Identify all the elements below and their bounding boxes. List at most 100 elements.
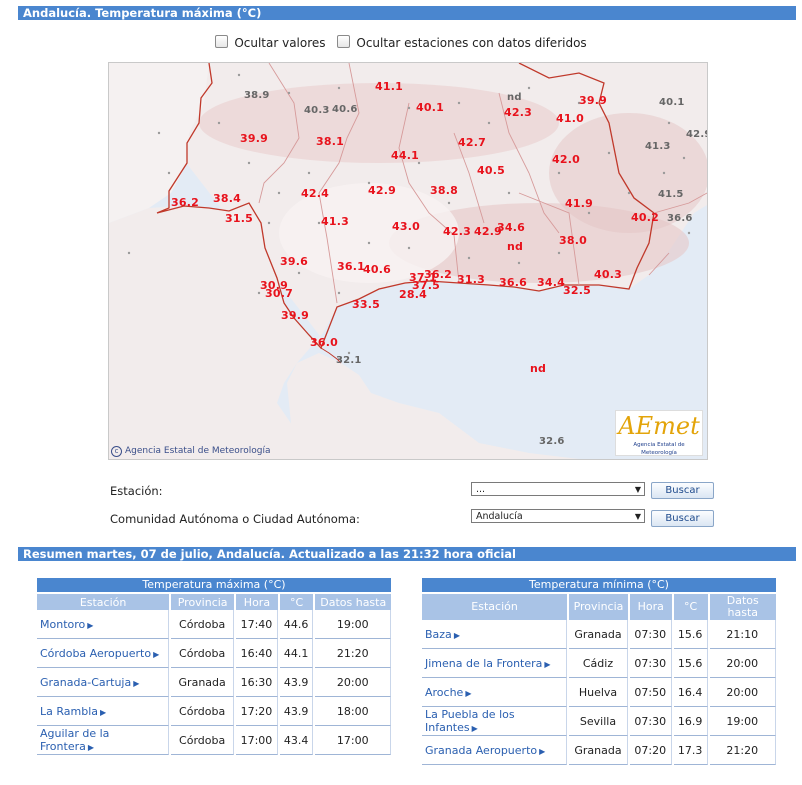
station-name[interactable]: Baza [425,628,452,641]
map-temperature-label[interactable]: 41.5 [658,189,683,200]
triangle-right-icon[interactable]: ▶ [100,708,106,717]
map-temperature-label[interactable]: 32.5 [563,284,591,297]
chevron-down-icon: ▼ [634,512,641,521]
triangle-right-icon[interactable]: ▶ [133,679,139,688]
map-temperature-label[interactable]: 40.6 [363,263,391,276]
map-temperature-label[interactable]: 42.0 [552,153,580,166]
map-temperature-label[interactable]: 36.6 [499,276,527,289]
hide-deferred-option[interactable]: Ocultar estaciones con datos diferidos [337,35,587,50]
station-name[interactable]: La Puebla de los Infantes [425,708,515,734]
map-temperature-label[interactable]: 41.9 [565,197,593,210]
table-cell: Córdoba [171,726,235,755]
station-name[interactable]: Jimena de la Frontera [425,657,542,670]
map-temperature-label[interactable]: 39.9 [281,309,309,322]
column-header: Hora [236,592,278,610]
triangle-right-icon[interactable]: ▶ [539,747,545,756]
map-temperature-label[interactable]: 41.0 [556,112,584,125]
map-temperature-label[interactable]: 41.3 [321,215,349,228]
triangle-right-icon[interactable]: ▶ [454,631,460,640]
map-temperature-label[interactable]: 28.4 [399,288,427,301]
station-name[interactable]: Aroche [425,686,463,699]
map-temperature-label[interactable]: 42.7 [458,136,486,149]
triangle-right-icon[interactable]: ▶ [472,724,478,733]
map-temperature-label[interactable]: 42.4 [301,187,329,200]
hide-values-option[interactable]: Ocultar valores [215,35,326,50]
map-temperature-label[interactable]: 40.3 [304,105,329,116]
station-link[interactable]: La Rambla ▶ [37,697,170,726]
station-name[interactable]: Granada-Cartuja [40,676,131,689]
triangle-right-icon[interactable]: ▶ [544,660,550,669]
map-temperature-label[interactable]: 38.0 [559,234,587,247]
map-temperature-label[interactable]: 34.4 [537,276,565,289]
station-link[interactable]: Córdoba Aeropuerto ▶ [37,639,170,668]
table-cell: Córdoba [171,697,235,726]
station-select[interactable]: ... ▼ [471,482,645,496]
map-temperature-label[interactable]: 33.5 [352,298,380,311]
station-search-button[interactable]: Buscar [651,482,714,499]
station-link[interactable]: Montoro ▶ [37,610,170,639]
triangle-right-icon[interactable]: ▶ [87,621,93,630]
aemet-logo[interactable]: AEmet Agencia Estatal de Meteorología [615,410,703,456]
map-temperature-label[interactable]: 39.6 [280,255,308,268]
map-temperature-label[interactable]: 36.6 [667,213,692,224]
map-temperature-label[interactable]: 40.5 [477,164,505,177]
table-row: Granada-Cartuja ▶ Granada 16:30 43.9 20:00 [37,668,391,697]
map-temperature-label[interactable]: 32.6 [539,436,564,447]
map-temperature-label[interactable]: 31.5 [225,212,253,225]
station-name[interactable]: La Rambla [40,705,98,718]
station-link[interactable]: Granada-Cartuja ▶ [37,668,170,697]
map-temperature-label[interactable]: nd [530,362,546,375]
map-temperature-label[interactable]: 32.1 [336,355,361,366]
map-temperature-label[interactable]: 42.9 [686,129,707,140]
map-temperature-label[interactable]: 34.6 [497,221,525,234]
station-name[interactable]: Granada Aeropuerto [425,744,537,757]
map-temperature-label[interactable]: nd [507,240,523,253]
community-select[interactable]: Andalucía ▼ [471,509,645,523]
map-temperature-label[interactable]: 38.8 [430,184,458,197]
map-temperature-label[interactable]: 40.1 [659,97,684,108]
station-link[interactable]: Aguilar de la Frontera ▶ [37,726,170,755]
max-table-caption: Temperatura máxima (°C) [37,578,391,592]
map-temperature-label[interactable]: 36.1 [337,260,365,273]
map-temperature-label[interactable]: 41.3 [645,141,670,152]
column-header: Datos hasta [709,592,776,620]
map-temperature-label[interactable]: 43.0 [392,220,420,233]
map-temperature-label[interactable]: 36.0 [310,336,338,349]
station-name[interactable]: Montoro [40,618,85,631]
hide-values-checkbox[interactable] [215,35,229,48]
map-temperature-label[interactable]: 40.2 [631,211,659,224]
map-temperature-label[interactable]: 42.3 [504,106,532,119]
map-temperature-label[interactable]: 39.9 [240,132,268,145]
station-name[interactable]: Córdoba Aeropuerto [40,647,151,660]
map-temperature-label[interactable]: 38.4 [213,192,241,205]
map-temperature-label[interactable]: 41.1 [375,80,403,93]
map-temperature-label[interactable]: 42.9 [368,184,396,197]
map-temperature-label[interactable]: 42.3 [443,225,471,238]
station-link[interactable]: Jimena de la Frontera ▶ [422,649,568,678]
map-temperature-label[interactable]: 39.9 [579,94,607,107]
map-temperature-label[interactable]: 31.3 [457,273,485,286]
station-link[interactable]: Aroche ▶ [422,678,568,707]
hide-deferred-checkbox[interactable] [337,35,351,48]
triangle-right-icon[interactable]: ▶ [153,650,159,659]
station-select-value: ... [476,484,486,495]
map-temperature-label[interactable]: 44.1 [391,149,419,162]
map-temperature-label[interactable]: 40.3 [594,268,622,281]
table-cell: 43.4 [279,726,314,755]
table-row: Montoro ▶ Córdoba 17:40 44.6 19:00 [37,610,391,639]
station-name[interactable]: Aguilar de la Frontera [40,727,109,753]
triangle-right-icon[interactable]: ▶ [88,743,94,752]
map-temperature-label[interactable]: 40.6 [332,104,357,115]
map-temperature-label[interactable]: nd [507,92,522,103]
map-temperature-label[interactable]: 36.2 [171,196,199,209]
station-link[interactable]: Granada Aeropuerto ▶ [422,736,568,765]
map-temperature-label[interactable]: 38.9 [244,90,269,101]
map-temperature-label[interactable]: 38.1 [316,135,344,148]
map-temperature-label[interactable]: 40.1 [416,101,444,114]
station-link[interactable]: La Puebla de los Infantes ▶ [422,707,568,736]
map-temperature-label[interactable]: 30.7 [265,287,293,300]
chevron-down-icon: ▼ [634,485,641,494]
station-link[interactable]: Baza ▶ [422,620,568,649]
triangle-right-icon[interactable]: ▶ [465,689,471,698]
community-search-button[interactable]: Buscar [651,510,714,527]
